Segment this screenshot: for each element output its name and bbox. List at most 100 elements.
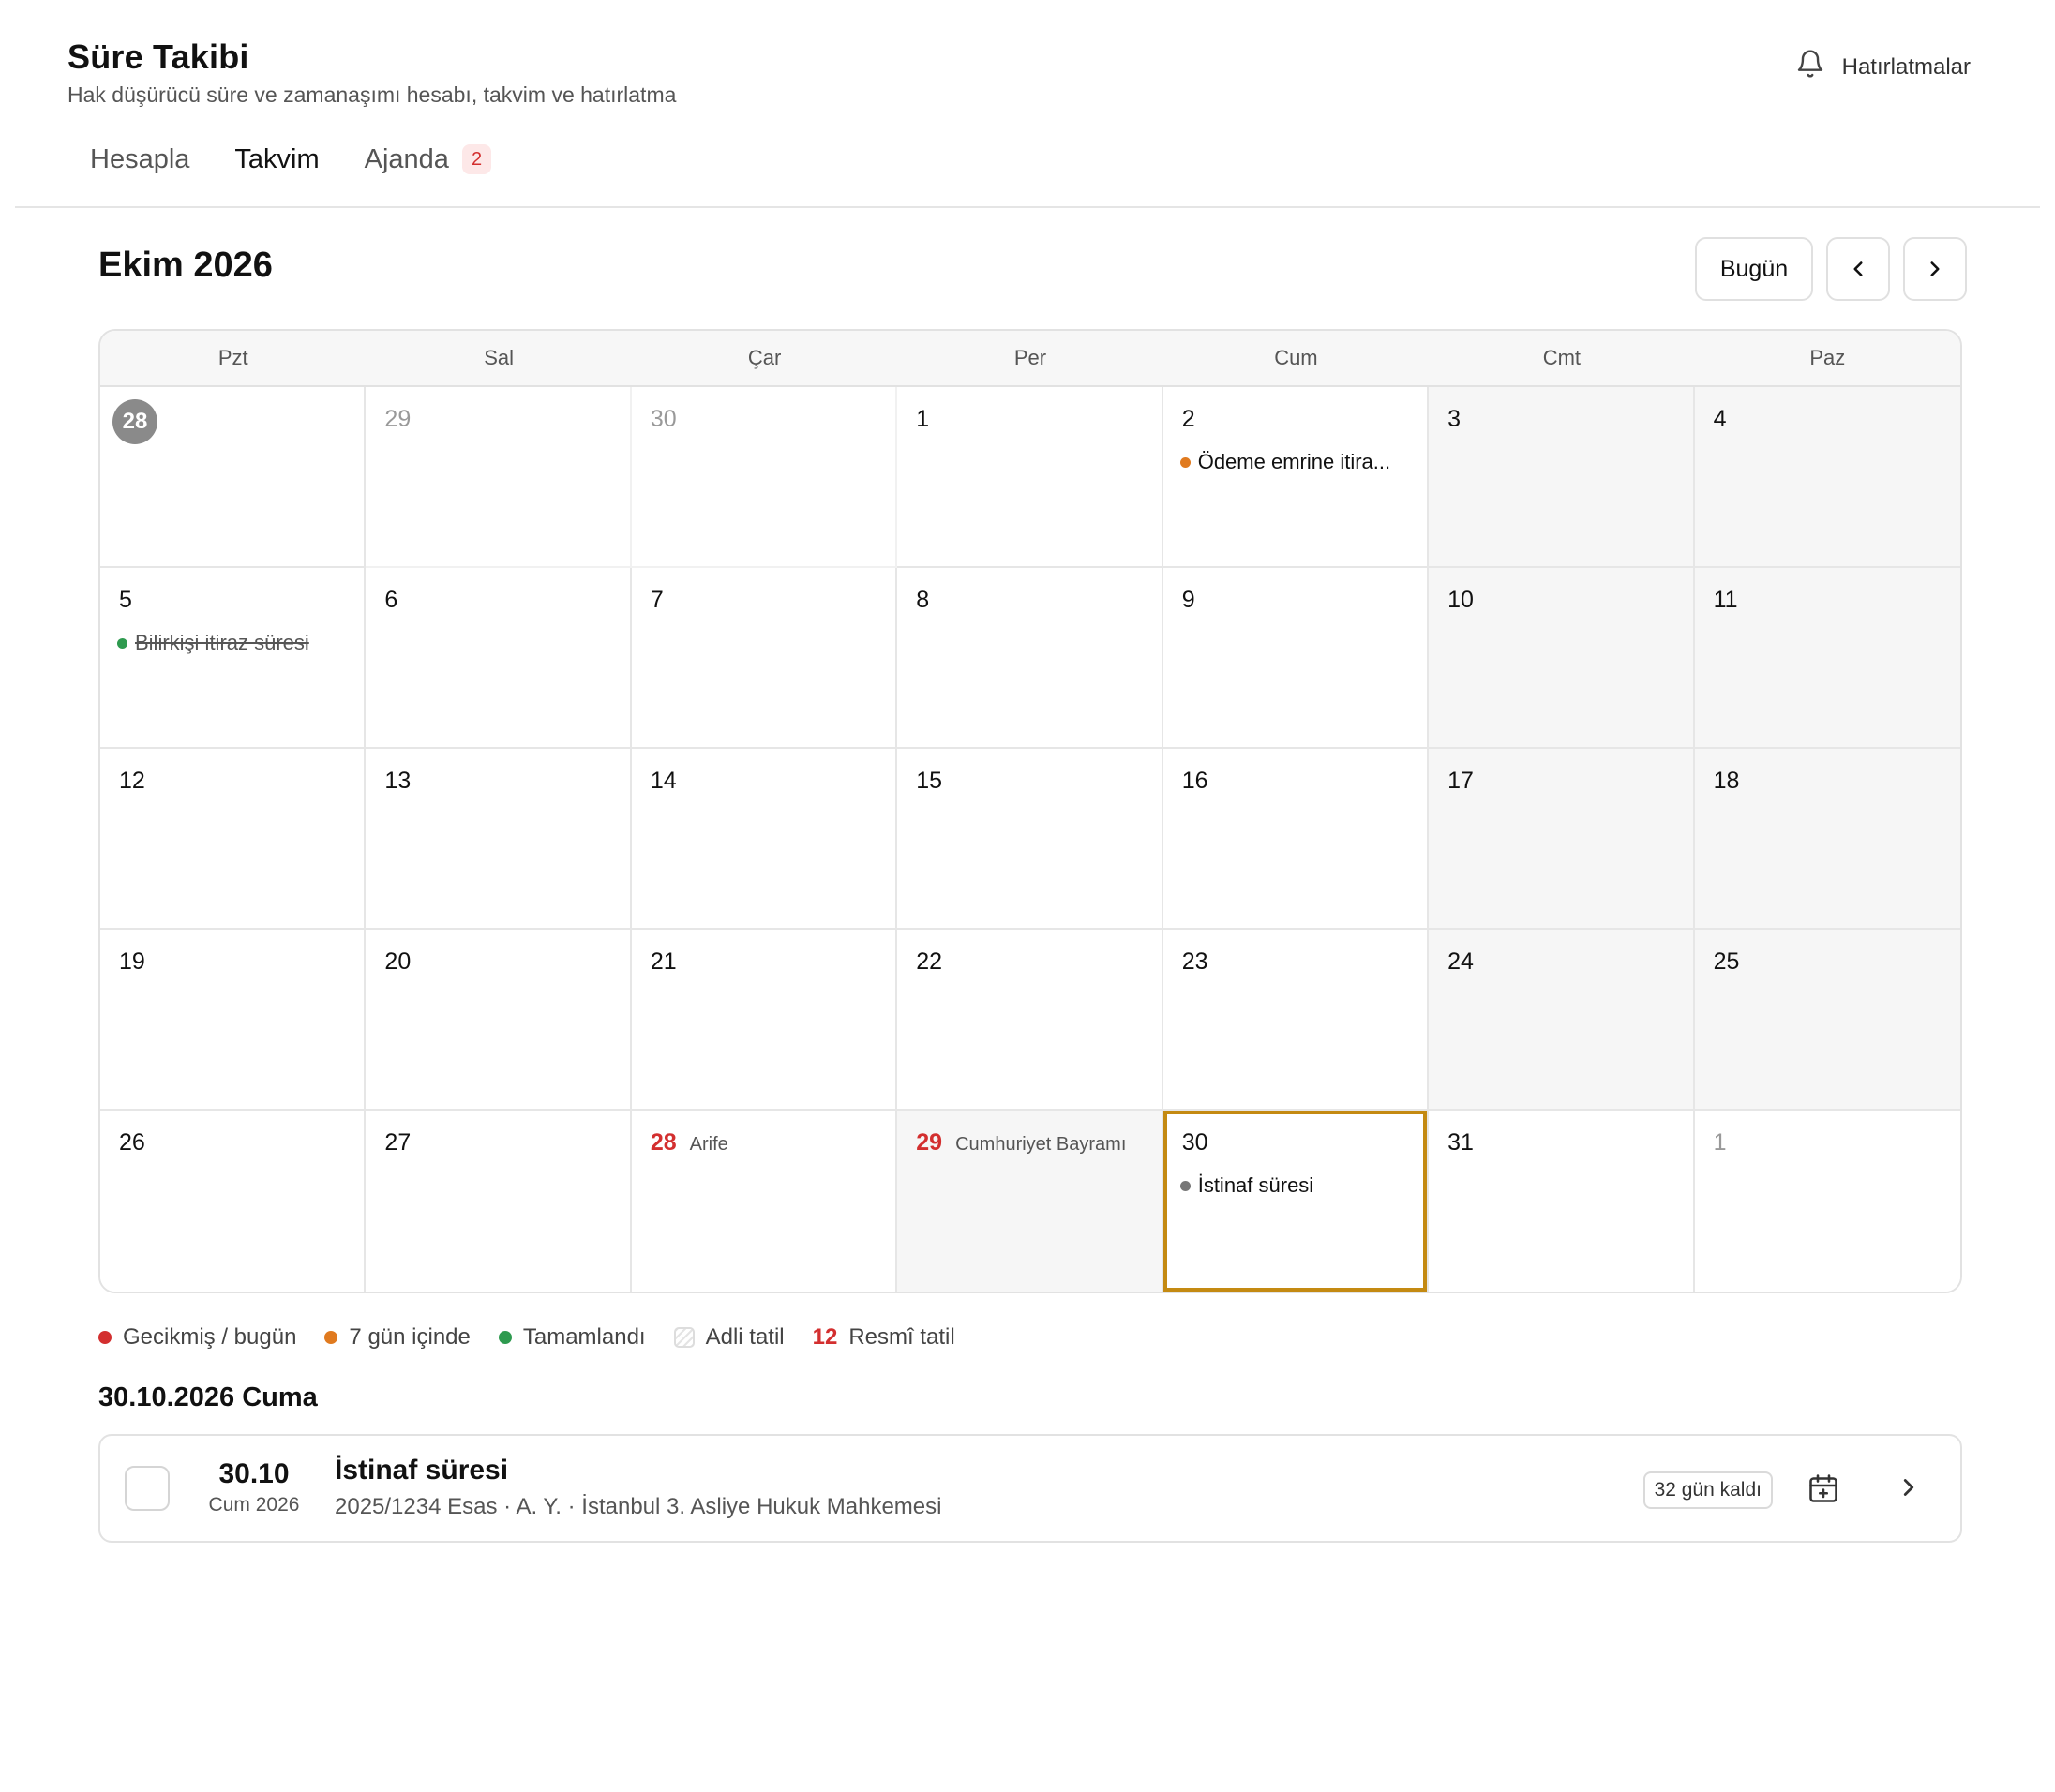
calendar-nav: Bugün [1695, 237, 1967, 301]
weekday-label: Sal [484, 346, 515, 369]
chevron-right-icon [1930, 261, 1940, 276]
calendar-day-cell[interactable]: 15 [897, 749, 1163, 930]
calendar-day-cell[interactable]: 28 Arife [631, 1111, 898, 1292]
day-number: 30 [650, 406, 677, 432]
weekday-label: Per [1013, 346, 1047, 369]
calendar-day-cell[interactable]: 8 [897, 568, 1163, 749]
tab-label: Ajanda [364, 143, 449, 174]
calendar-event[interactable]: Ödeme emrine itira... [1179, 450, 1427, 474]
days-remaining-badge: 32 gün kaldı [1642, 1471, 1773, 1509]
weekday-header: Pzt Sal Çar Per Cum Cmt Paz [100, 331, 1960, 387]
calendar-event[interactable]: Bilirkişi itiraz süresi [117, 631, 364, 655]
day-number: 28 [650, 1129, 677, 1156]
calendar-day-cell[interactable]: 4 [1694, 387, 1960, 568]
today-button[interactable]: Bugün [1695, 237, 1813, 301]
day-number: 14 [650, 768, 677, 794]
day-number: 7 [650, 587, 664, 613]
day-number: 27 [384, 1129, 412, 1156]
calendar-day-cell[interactable]: 19 [100, 930, 367, 1111]
agenda-count-badge: 2 [461, 144, 492, 174]
hatch-swatch [673, 1327, 695, 1348]
day-number: 9 [1181, 587, 1195, 613]
calendar-day-cell[interactable]: 12 [100, 749, 367, 930]
calendar-day-cell[interactable]: 13 [366, 749, 632, 930]
tabs-divider [15, 206, 2040, 208]
deadline-date-day-month: 30.10 [218, 1458, 290, 1489]
calendar-day-cell[interactable]: 7 [631, 568, 898, 749]
calendar-day-cell[interactable]: 9 [1162, 568, 1430, 749]
holiday-label: Cumhuriyet Bayramı [955, 1134, 1127, 1155]
calendar-legend: Gecikmiş / bugün 7 gün içinde Tamamlandı Ad… [98, 1324, 955, 1351]
app-title: Süre Takibi [68, 37, 249, 76]
calendar-day-cell[interactable]: 22 [897, 930, 1163, 1111]
calendar-day-cell[interactable]: 21 [631, 930, 898, 1111]
calendar-day-cell[interactable]: 10 [1429, 568, 1695, 749]
calendar-day-cell[interactable]: 11 [1694, 568, 1960, 749]
event-title: Bilirkişi itiraz süresi [135, 631, 309, 654]
event-title: İstinaf süresi [1197, 1173, 1314, 1197]
calendar-day-cell[interactable]: 25 [1694, 930, 1960, 1111]
calendar-day-cell[interactable]: 1 [1694, 1111, 1960, 1292]
legend-label: Gecikmiş / bugün [123, 1324, 297, 1350]
deadline-title: İstinaf süresi [335, 1455, 509, 1486]
tab-bar: Hesapla Takvim Ajanda 2 [68, 137, 514, 182]
deadline-item[interactable]: 30.10 Cum 2026 İstinaf süresi 2025/1234 … [98, 1434, 1962, 1543]
calendar-day-cell[interactable]: 29 Cumhuriyet Bayramı [897, 1111, 1163, 1292]
calendar-day-cell[interactable]: 30 İstinaf süresi [1162, 1111, 1430, 1292]
day-number: 10 [1448, 587, 1474, 613]
day-number: 24 [1448, 948, 1474, 975]
complete-checkbox[interactable] [125, 1466, 170, 1511]
tab-takvim[interactable]: Takvim [212, 137, 341, 182]
legend-dot [324, 1331, 338, 1344]
weekday-label: Cum [1274, 346, 1318, 369]
calendar-day-cell[interactable]: 23 [1162, 930, 1430, 1111]
calendar-day-cell[interactable]: 14 [631, 749, 898, 930]
day-number: 26 [119, 1129, 145, 1156]
calendar-day-cell[interactable]: 17 [1429, 749, 1695, 930]
deadline-meta: 2025/1234 Esas · A. Y. · İstanbul 3. Asl… [335, 1494, 942, 1519]
selected-day-heading: 30.10.2026 Cuma [98, 1382, 318, 1412]
day-number: 4 [1713, 406, 1727, 432]
chevron-right-icon[interactable] [1895, 1473, 1923, 1501]
calendar-day-cell[interactable]: 16 [1162, 749, 1430, 930]
day-number: 29 [916, 1129, 943, 1156]
day-number: 5 [119, 587, 132, 613]
event-status-dot [117, 637, 128, 649]
calendar-day-cell[interactable]: 27 [366, 1111, 632, 1292]
tab-ajanda[interactable]: Ajanda 2 [342, 137, 514, 182]
calendar-day-cell[interactable]: 28 [100, 387, 367, 568]
calendar-day-cell[interactable]: 26 [100, 1111, 367, 1292]
calendar-day-cell[interactable]: 29 [366, 387, 632, 568]
day-number: 23 [1181, 948, 1208, 975]
event-status-dot [1179, 456, 1191, 468]
calendar-day-cell[interactable]: 2 Ödeme emrine itira... [1162, 387, 1430, 568]
calendar-day-cell[interactable]: 24 [1429, 930, 1695, 1111]
weekday-label: Cmt [1542, 346, 1582, 369]
day-number: 30 [1181, 1129, 1208, 1156]
day-number: 13 [384, 768, 412, 794]
day-number: 12 [119, 768, 145, 794]
calendar-day-cell[interactable]: 31 [1429, 1111, 1695, 1292]
legend-item: Gecikmiş / bugün [98, 1324, 296, 1351]
day-number: 22 [916, 948, 943, 975]
calendar-day-cell[interactable]: 20 [366, 930, 632, 1111]
legend-holiday-number: 12 [812, 1324, 838, 1350]
day-number: 31 [1448, 1129, 1474, 1156]
deadline-date-weekday-year: Cum 2026 [208, 1494, 300, 1516]
day-number: 16 [1181, 768, 1208, 794]
weekday-label: Pzt [218, 346, 248, 369]
calendar-plus-icon[interactable] [1807, 1471, 1840, 1505]
calendar-day-cell[interactable]: 1 [897, 387, 1163, 568]
next-month-button[interactable] [1903, 237, 1967, 301]
day-number: 29 [384, 406, 412, 432]
calendar-event[interactable]: İstinaf süresi [1179, 1173, 1427, 1198]
calendar-day-cell[interactable]: 5 Bilirkişi itiraz süresi [100, 568, 367, 749]
reminders-button[interactable]: Hatırlatmalar [1795, 49, 1971, 85]
calendar-day-cell[interactable]: 18 [1694, 749, 1960, 930]
calendar-day-cell[interactable]: 30 [631, 387, 898, 568]
legend-dot [98, 1331, 112, 1344]
calendar-day-cell[interactable]: 3 [1429, 387, 1695, 568]
prev-month-button[interactable] [1826, 237, 1890, 301]
tab-hesapla[interactable]: Hesapla [68, 137, 212, 182]
calendar-day-cell[interactable]: 6 [366, 568, 632, 749]
